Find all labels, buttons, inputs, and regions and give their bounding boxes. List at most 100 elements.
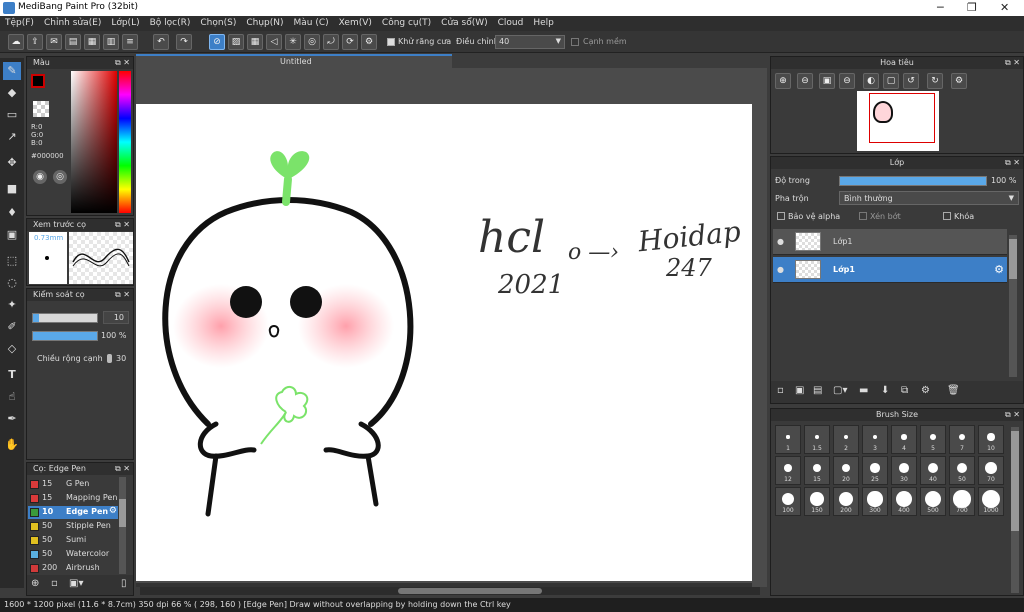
popout-icon[interactable]: ⧉ ✕ (1005, 157, 1020, 168)
lock-checkbox[interactable]: Khóa (943, 212, 974, 221)
new-brush-icon[interactable]: ▫ (51, 578, 58, 589)
bucket-tool-icon[interactable]: ♦ (3, 204, 21, 222)
grid-icon[interactable]: ▥ (103, 34, 119, 50)
brush-size-option[interactable]: 100 (775, 487, 801, 516)
brush-size-option[interactable]: 300 (862, 487, 888, 516)
cross-snap-icon[interactable]: ▦ (247, 34, 263, 50)
brush-size-option[interactable]: 70 (978, 456, 1004, 485)
navigator-settings-icon[interactable]: ⚙ (951, 73, 967, 89)
flip-icon[interactable]: ◐ (863, 73, 879, 89)
brush-options-icon[interactable]: ▣▾ (69, 578, 83, 589)
brush-opacity-slider[interactable] (32, 331, 98, 341)
radial-snap-icon[interactable]: ✳ (285, 34, 301, 50)
eraser-tool-icon[interactable]: ◆ (3, 84, 21, 102)
brush-size-option[interactable]: 200 (833, 487, 859, 516)
menu-edit[interactable]: Chỉnh sửa(E) (39, 16, 106, 28)
brush-size-option[interactable]: 1 (775, 425, 801, 454)
comment-icon[interactable]: ✉ (46, 34, 62, 50)
menu-filter[interactable]: Bộ lọc(R) (145, 16, 196, 28)
menu-view[interactable]: Xem(V) (334, 16, 377, 28)
close-icon[interactable]: ✕ (1000, 1, 1009, 14)
list-icon[interactable]: ≡ (122, 34, 138, 50)
brush-list-item[interactable]: 15 G Pen (28, 478, 118, 491)
protect-alpha-checkbox[interactable]: Bảo vệ alpha (777, 212, 840, 221)
layer-settings-icon[interactable]: ⚙ (921, 385, 930, 396)
clipping-checkbox[interactable]: Xén bớt (859, 212, 901, 221)
brush-size-slider[interactable] (32, 313, 98, 323)
fit-icon[interactable]: ▣ (819, 73, 835, 89)
popout-icon[interactable]: ⧉ ✕ (115, 57, 130, 68)
fill-rect-tool-icon[interactable]: ■ (3, 180, 21, 198)
soft-edge-checkbox[interactable] (571, 38, 582, 48)
restore-icon[interactable]: ❐ (967, 1, 977, 14)
brush-size-option[interactable]: 20 (833, 456, 859, 485)
primary-color-swatch[interactable] (31, 74, 45, 88)
menu-color[interactable]: Màu (C) (289, 16, 334, 28)
eyedropper-tool-icon[interactable]: ✒ (3, 410, 21, 428)
menu-help[interactable]: Help (528, 16, 559, 28)
delete-brush-icon[interactable]: ▯ (121, 578, 127, 589)
brush-list-scrollbar[interactable] (119, 477, 126, 574)
popout-icon[interactable]: ⧉ ✕ (115, 289, 130, 300)
brush-size-option[interactable]: 1000 (978, 487, 1004, 516)
operation-tool-icon[interactable]: ☝ (3, 388, 21, 406)
magic-wand-tool-icon[interactable]: ✦ (3, 296, 21, 314)
menu-file[interactable]: Tệp(F) (0, 16, 39, 28)
navigator-thumbnail[interactable] (857, 91, 939, 151)
brush-list-item[interactable]: 50 Stipple Pen (28, 520, 118, 533)
minimize-icon[interactable]: ─ (937, 1, 944, 14)
rectangle-tool-icon[interactable]: ▭ (3, 106, 21, 124)
rotate-icon[interactable]: ⟳ (342, 34, 358, 50)
add-layer-menu-icon[interactable]: ▢▾ (833, 385, 847, 396)
horizontal-scroll-thumb[interactable] (398, 588, 542, 594)
circle-snap-icon[interactable]: ◎ (304, 34, 320, 50)
brush-size-option[interactable]: 400 (891, 487, 917, 516)
delete-layer-icon[interactable]: 🗑 (947, 385, 960, 396)
gradient-tool-icon[interactable]: ▣ (3, 226, 21, 244)
visibility-eye-icon[interactable]: ● (777, 265, 784, 274)
page-icon[interactable]: ▦ (84, 34, 100, 50)
palette-icon[interactable]: ◉ (33, 170, 47, 184)
lasso-tool-icon[interactable]: ◌ (3, 274, 21, 292)
brush-size-option[interactable]: 10 (978, 425, 1004, 454)
select-tool-icon[interactable]: ⬚ (3, 252, 21, 270)
transparent-swatch[interactable] (33, 101, 49, 117)
menu-capture[interactable]: Chụp(N) (241, 16, 288, 28)
layer-settings-icon[interactable]: ⚙ (994, 263, 1004, 276)
zoom-in-icon[interactable]: ⊕ (775, 73, 791, 89)
brush-list-item[interactable]: 15 Mapping Pen (28, 492, 118, 505)
menu-layer[interactable]: Lớp(L) (106, 16, 144, 28)
tab-untitled[interactable]: Untitled (136, 54, 452, 68)
brush-size-scrollbar[interactable] (1011, 427, 1019, 593)
brush-size-option[interactable]: 500 (920, 487, 946, 516)
layer-row[interactable]: ● Lớp1 ⚙ (773, 257, 1007, 283)
brush-size-option[interactable]: 15 (804, 456, 830, 485)
brush-size-option[interactable]: 40 (920, 456, 946, 485)
reset-view-icon[interactable]: ▢ (883, 73, 899, 89)
merge-down-icon[interactable]: ⬇ (881, 385, 889, 396)
curve-snap-icon[interactable]: ⤾ (323, 34, 339, 50)
rotate-left-icon[interactable]: ↺ (903, 73, 919, 89)
adjust-select[interactable]: 40 ▼ (495, 35, 565, 49)
brush-list-item[interactable]: 50 Watercolor (28, 548, 118, 561)
saturation-value-picker[interactable] (71, 71, 117, 213)
text-tool-icon[interactable]: T (3, 366, 21, 384)
cloud-icon[interactable]: ☁ (8, 34, 24, 50)
popout-icon[interactable]: ⧉ ✕ (115, 463, 130, 474)
popout-icon[interactable]: ⧉ ✕ (1005, 409, 1020, 420)
brush-size-option[interactable]: 700 (949, 487, 975, 516)
brush-size-option[interactable]: 4 (891, 425, 917, 454)
hue-slider[interactable] (119, 71, 131, 213)
brush-size-option[interactable]: 3 (862, 425, 888, 454)
zoom-out-icon[interactable]: ⊖ (797, 73, 813, 89)
add-brush-icon[interactable]: ⊕ (31, 578, 39, 589)
brush-size-option[interactable]: 30 (891, 456, 917, 485)
menu-cloud[interactable]: Cloud (493, 16, 529, 28)
brush-list-item[interactable]: 200 Airbrush (28, 562, 118, 575)
edge-width-handle[interactable] (107, 354, 112, 363)
visibility-eye-icon[interactable]: ● (777, 237, 784, 246)
brush-list-item[interactable]: 10 Edge Pen ⚙ (28, 506, 118, 519)
drawing-canvas[interactable]: hcl 2021 o —› Hoidap 247 (136, 104, 752, 581)
brush-size-option[interactable]: 1.5 (804, 425, 830, 454)
document-icon[interactable]: ▤ (65, 34, 81, 50)
